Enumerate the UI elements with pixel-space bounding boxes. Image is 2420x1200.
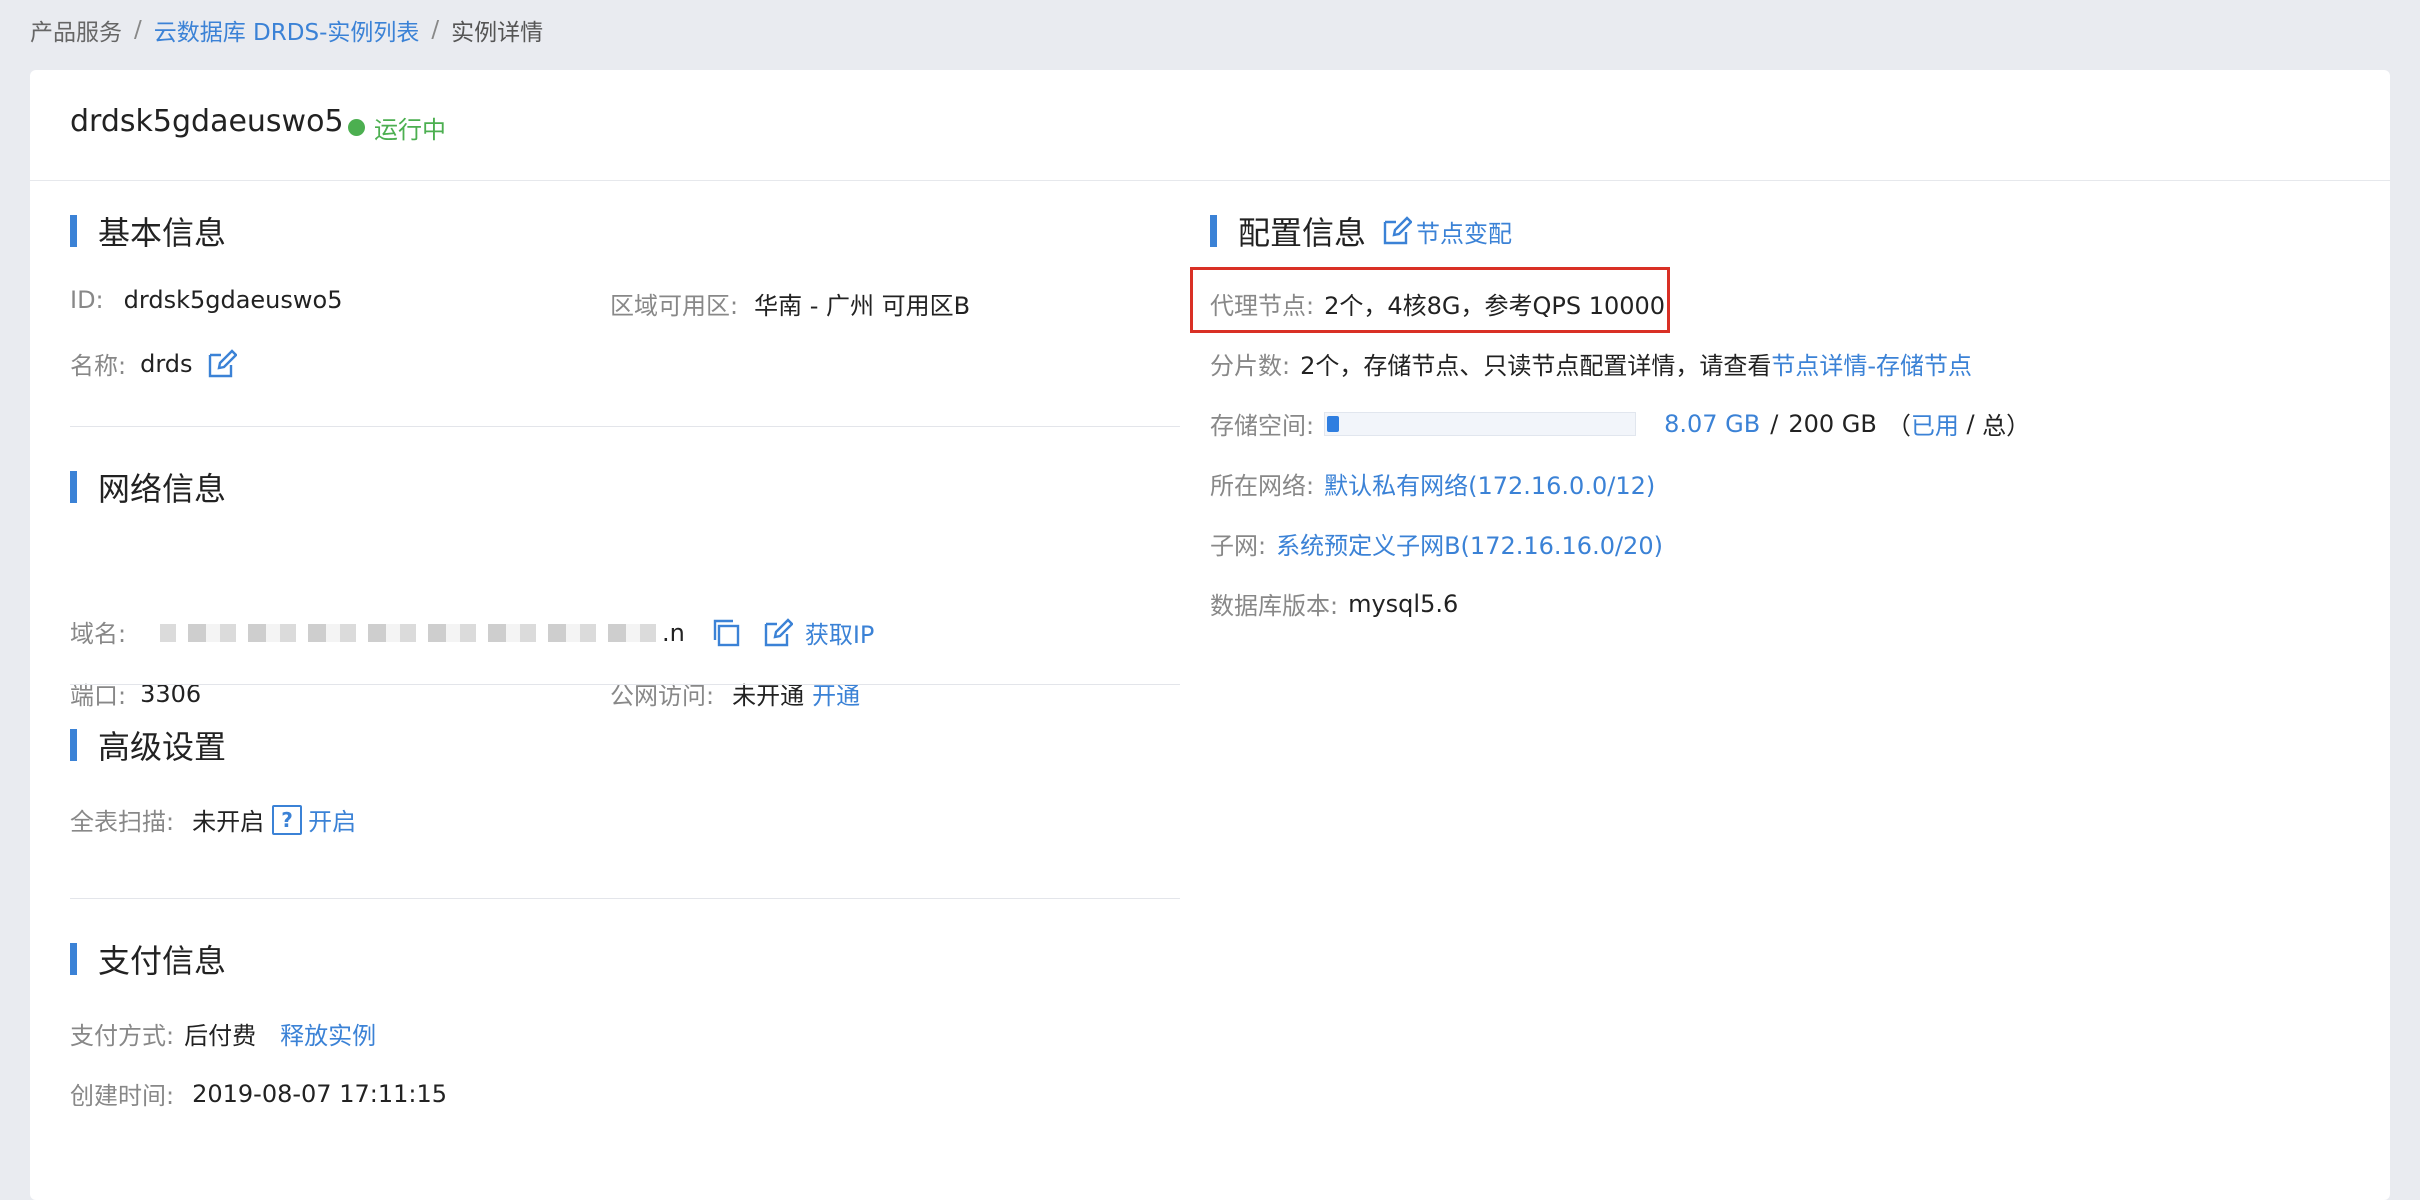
section-accent-bar — [70, 471, 77, 503]
release-instance-link[interactable]: 释放实例 — [280, 1016, 376, 1051]
storage-sep: / — [1770, 409, 1779, 438]
breadcrumb-instance-list[interactable]: 云数据库 DRDS-实例列表 — [154, 13, 420, 47]
section-accent-bar — [70, 943, 77, 975]
public-access-value: 未开通 — [732, 682, 805, 710]
storage-progress-fill — [1327, 415, 1340, 432]
shard-value: 2个，存储节点、只读节点配置详情，请查看 — [1300, 352, 1772, 380]
name-value: drds — [140, 349, 193, 378]
enable-public-link[interactable]: 开通 — [812, 676, 860, 711]
section-accent-bar — [70, 729, 77, 761]
section-title-text: 网络信息 — [98, 470, 227, 508]
section-title-text: 基本信息 — [98, 214, 227, 252]
section-title-advanced: 高级设置 — [70, 722, 226, 768]
id-label: ID: — [70, 286, 104, 314]
shard-label: 分片数: — [1210, 352, 1291, 380]
section-divider — [70, 426, 1180, 427]
domain-label: 域名: — [70, 620, 127, 648]
full-scan-row: 全表扫描: 未开启 ? 开启 — [70, 802, 356, 837]
storage-total: 200 GB — [1788, 409, 1877, 438]
section-title-basic: 基本信息 — [70, 208, 226, 254]
get-ip-link[interactable]: 获取IP — [805, 615, 875, 650]
enable-full-scan-link[interactable]: 开启 — [308, 802, 356, 837]
created-time-label: 创建时间: — [70, 1082, 175, 1110]
breadcrumb-products[interactable]: 产品服务 — [30, 13, 122, 47]
help-icon[interactable]: ? — [272, 804, 303, 835]
section-accent-bar — [70, 215, 77, 247]
domain-row: 域名: — [70, 614, 126, 649]
edit-ip-icon[interactable] — [763, 617, 793, 648]
storage-row: 存储空间: 8.07 GB / 200 GB （ 已用 / 总） — [1210, 406, 2030, 441]
zone-label: 区域可用区: — [610, 292, 739, 320]
storage-progress-bar — [1324, 411, 1637, 436]
section-title-network: 网络信息 — [70, 464, 226, 510]
zone-row: 区域可用区: 华南 - 广州 可用区B — [610, 286, 970, 321]
card-header: drdsk5gdaeuswo5 运行中 — [30, 70, 2390, 181]
section-accent-bar — [1210, 215, 1217, 247]
full-scan-value: 未开启 — [192, 808, 265, 836]
payment-method-value: 后付费 — [184, 1022, 257, 1050]
vpc-label: 所在网络: — [1210, 472, 1315, 500]
node-change-icon[interactable] — [1382, 216, 1413, 246]
domain-tail: .n — [662, 618, 685, 647]
edit-icon[interactable] — [207, 348, 237, 379]
storage-label: 存储空间: — [1210, 412, 1315, 440]
status-text: 运行中 — [374, 116, 446, 144]
status-dot-icon — [348, 119, 365, 136]
public-access-row: 公网访问: 未开通 开通 — [610, 676, 860, 711]
port-row: 端口: 3306 — [70, 676, 201, 711]
redacted-domain — [160, 623, 660, 642]
instance-detail-card: drdsk5gdaeuswo5 运行中 基本信息 ID: drdsk5gdaeu… — [30, 70, 2390, 1200]
vpc-link[interactable]: 默认私有网络(172.16.0.0/12) — [1324, 466, 1655, 501]
shard-row: 分片数: 2个，存储节点、只读节点配置详情，请查看 节点详情-存储节点 — [1210, 346, 1972, 381]
id-value: drdsk5gdaeuswo5 — [123, 286, 343, 314]
section-divider — [70, 684, 1180, 685]
name-row: 名称: drds — [70, 346, 237, 381]
storage-used: 8.07 GB — [1664, 409, 1761, 438]
storage-legend-total: 总） — [1982, 412, 2031, 440]
vpc-row: 所在网络: 默认私有网络(172.16.0.0/12) — [1210, 466, 1655, 501]
section-divider — [70, 898, 1180, 899]
proxy-node-label: 代理节点: — [1210, 292, 1315, 320]
status-badge: 运行中 — [348, 110, 446, 145]
subnet-label: 子网: — [1210, 532, 1267, 560]
section-title-text: 支付信息 — [98, 942, 227, 980]
breadcrumb-current: 实例详情 — [451, 20, 544, 46]
storage-legend-sep: / — [1958, 409, 1983, 438]
section-title-config: 配置信息 节点变配 — [1210, 208, 1512, 254]
created-time-value: 2019-08-07 17:11:15 — [192, 1079, 447, 1108]
breadcrumb-separator: / — [134, 17, 142, 43]
db-version-row: 数据库版本: mysql5.6 — [1210, 586, 1458, 621]
payment-method-row: 支付方式: 后付费 释放实例 — [70, 1016, 376, 1051]
zone-value: 华南 - 广州 可用区B — [754, 292, 971, 320]
section-title-text: 配置信息 — [1238, 214, 1367, 252]
breadcrumb: 产品服务 / 云数据库 DRDS-实例列表 / 实例详情 — [30, 14, 543, 46]
domain-value: .n 获取IP — [160, 615, 874, 650]
proxy-node-row: 代理节点: 2个，4核8G，参考QPS 10000 — [1210, 286, 1665, 321]
public-access-label: 公网访问: — [610, 682, 715, 710]
created-time-row: 创建时间: 2019-08-07 17:11:15 — [70, 1076, 447, 1111]
instance-name: drdsk5gdaeuswo5 — [70, 104, 344, 139]
copy-icon[interactable] — [711, 618, 741, 648]
proxy-node-value: 2个，4核8G，参考QPS 10000 — [1324, 292, 1666, 320]
section-title-text: 高级设置 — [98, 728, 227, 766]
node-change-link[interactable]: 节点变配 — [1416, 214, 1512, 249]
name-label: 名称: — [70, 352, 127, 380]
storage-legend-used: 已用 — [1910, 412, 1959, 440]
id-row: ID: drdsk5gdaeuswo5 — [70, 286, 342, 314]
node-detail-link[interactable]: 节点详情-存储节点 — [1771, 346, 1972, 381]
full-scan-label: 全表扫描: — [70, 808, 175, 836]
subnet-link[interactable]: 系统预定义子网B(172.16.16.0/20) — [1276, 526, 1663, 561]
payment-method-label: 支付方式: — [70, 1022, 175, 1050]
db-version-label: 数据库版本: — [1210, 592, 1339, 620]
breadcrumb-separator: / — [431, 17, 440, 43]
db-version-value: mysql5.6 — [1348, 589, 1459, 618]
subnet-row: 子网: 系统预定义子网B(172.16.16.0/20) — [1210, 526, 1663, 561]
storage-legend-open: （ — [1886, 412, 1911, 440]
section-title-payment: 支付信息 — [70, 936, 226, 982]
port-label: 端口: — [70, 682, 127, 710]
